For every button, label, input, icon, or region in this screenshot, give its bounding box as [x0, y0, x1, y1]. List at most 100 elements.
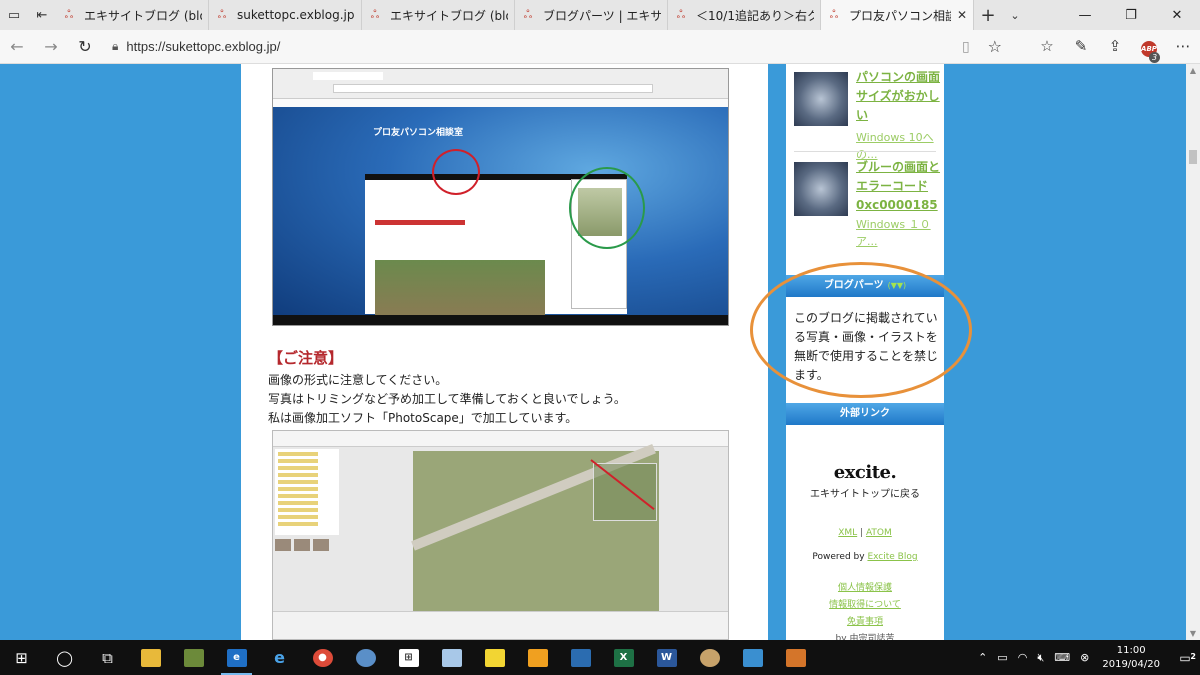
tab-bar: ▭ ⇤ ஃ エキサイトブログ (blog)|新 ஃ sukettopc.exblog…: [0, 0, 1200, 30]
screenshot-blog-title: プロ友パソコン相談室: [373, 128, 464, 138]
clock[interactable]: 11:00 2019/04/20: [1102, 644, 1160, 672]
tab-title: プロ友パソコン相談室: [849, 8, 951, 23]
tab-4[interactable]: ஃ ＜10/1追記あり＞右クリ: [668, 0, 821, 30]
scrollbar-thumb[interactable]: [1189, 150, 1197, 164]
excite-favicon-icon: ஃ: [64, 7, 74, 21]
restore-icon[interactable]: ❐: [1108, 0, 1154, 30]
new-tab-icon[interactable]: +: [974, 0, 1002, 30]
wifi-icon[interactable]: ◠: [1018, 651, 1028, 664]
data-collection-link[interactable]: 情報取得について: [829, 600, 901, 610]
back-icon[interactable]: ←: [0, 37, 34, 56]
post-thumbnail[interactable]: [794, 162, 848, 216]
address-bar: ← → ↻ 🔒︎ https://sukettopc.exblog.jp/ ▯ …: [0, 30, 1200, 64]
photo-app-icon[interactable]: [559, 640, 602, 675]
edge-browser-icon[interactable]: e: [215, 640, 258, 675]
post-thumbnail[interactable]: [794, 72, 848, 126]
search-circle-icon[interactable]: ◯: [43, 640, 86, 675]
powered-by: Powered by Excite Blog: [812, 552, 918, 562]
close-tab-icon[interactable]: ✕: [957, 8, 967, 22]
post-title-link[interactable]: ブルーの画面とエラーコード0xc0000185: [856, 158, 946, 215]
footer-links: 個人情報保護 情報取得について 免責事項 by 由宗司誌苦: [786, 580, 944, 640]
excite-favicon-icon: ஃ: [676, 7, 686, 21]
file-explorer-icon[interactable]: [129, 640, 172, 675]
more-icon[interactable]: ⋯: [1166, 37, 1200, 57]
tab-title: sukettopc.exblog.jp: [237, 8, 355, 22]
vertical-scrollbar[interactable]: ▲ ▼: [1186, 64, 1200, 640]
green-highlight-circle: [569, 167, 645, 249]
chevron-down-icon[interactable]: ⌄: [1002, 0, 1028, 30]
pen-icon[interactable]: ✎: [1064, 37, 1098, 57]
privacy-link[interactable]: 個人情報保護: [838, 583, 892, 593]
url-text[interactable]: https://sukettopc.exblog.jp/: [126, 39, 962, 54]
network-app-icon[interactable]: [731, 640, 774, 675]
photos-icon[interactable]: [172, 640, 215, 675]
set-aside-tabs-icon[interactable]: ⇤: [28, 0, 56, 30]
share-icon[interactable]: ⇪: [1098, 37, 1132, 57]
show-hidden-icons-icon[interactable]: ⌃: [978, 651, 987, 664]
favorite-star-icon[interactable]: ☆: [988, 37, 1002, 56]
system-tray: ⌃ ▭ ◠ 🔇︎ ⌨ ⊗ 11:00 2019/04/20 ▭ 2: [973, 644, 1200, 672]
orange-highlight-circle: [750, 262, 972, 398]
tab-title: ブログパーツ | エキサイトブロ: [543, 8, 661, 23]
tab-title: エキサイトブログ (blog)|新: [84, 8, 202, 23]
lock-icon: 🔒︎: [112, 39, 119, 53]
feed-links: XML | ATOM: [838, 528, 892, 538]
word-icon[interactable]: W: [645, 640, 688, 675]
toolbox-icon[interactable]: [774, 640, 817, 675]
tab-3[interactable]: ஃ ブログパーツ | エキサイトブロ: [515, 0, 668, 30]
notice-line: 画像の形式に注意してください。: [268, 373, 448, 387]
scroll-up-icon[interactable]: ▲: [1186, 66, 1200, 75]
tab-1[interactable]: ஃ sukettopc.exblog.jp: [209, 0, 362, 30]
orange-app-icon[interactable]: [516, 640, 559, 675]
post-excerpt-link[interactable]: Windows １０ア...: [856, 216, 946, 250]
atom-link[interactable]: ATOM: [866, 528, 892, 538]
excite-logo-block[interactable]: excite. エキサイトトップに戻る: [786, 462, 944, 500]
partial-footer-text: by 由宗司誌苦: [835, 634, 895, 640]
excite-favicon-icon: ஃ: [217, 7, 227, 21]
close-circle-icon[interactable]: ⊗: [1080, 651, 1089, 664]
notice-line: 私は画像加工ソフト「PhotoScape」で加工しています。: [268, 411, 578, 425]
post-title-link[interactable]: パソコンの画面サイズがおかしい: [856, 68, 946, 125]
forward-icon[interactable]: →: [34, 37, 68, 56]
blog-screenshot-image: プロ友パソコン相談室: [272, 68, 729, 326]
keyboard-icon[interactable]: ⌨: [1054, 651, 1070, 664]
start-windows-icon[interactable]: ⊞: [0, 640, 43, 675]
internet-explorer-icon[interactable]: e: [258, 640, 301, 675]
battery-icon[interactable]: ▭: [997, 651, 1007, 664]
favorites-list-icon[interactable]: ☆: [1030, 37, 1064, 57]
main-column: プロ友パソコン相談室 【ご注意】 画像の形式に注意してください。 写真はトリミン…: [241, 64, 768, 640]
excite-logo[interactable]: excite.: [786, 462, 944, 483]
xml-link[interactable]: XML: [838, 528, 857, 538]
reading-view-icon[interactable]: ▯: [962, 39, 970, 55]
adblock-icon[interactable]: ABP 3: [1132, 37, 1166, 63]
close-window-icon[interactable]: ✕: [1154, 0, 1200, 30]
photoscape-screenshot-image: [272, 430, 729, 640]
volume-mute-icon[interactable]: 🔇︎: [1037, 651, 1044, 665]
chrome-icon[interactable]: ●: [301, 640, 344, 675]
url-field[interactable]: 🔒︎ https://sukettopc.exblog.jp/ ▯ ☆: [112, 34, 1002, 60]
tab-2[interactable]: ஃ エキサイトブログ (blog)|ゴ: [362, 0, 515, 30]
tab-5-active[interactable]: ஃ プロ友パソコン相談室 ✕: [821, 0, 974, 30]
clock-date: 2019/04/20: [1102, 658, 1160, 670]
sticky-notes-icon[interactable]: [473, 640, 516, 675]
globe-app-icon[interactable]: [344, 640, 387, 675]
notice-heading: 【ご注意】: [268, 349, 344, 367]
excite-blog-link[interactable]: Excite Blog: [867, 552, 917, 562]
scroll-down-icon[interactable]: ▼: [1186, 629, 1200, 638]
minimize-icon[interactable]: —: [1062, 0, 1108, 30]
excel-icon[interactable]: X: [602, 640, 645, 675]
disclaimer-link[interactable]: 免責事項: [847, 617, 883, 627]
paint-icon[interactable]: [430, 640, 473, 675]
excite-top-link[interactable]: エキサイトトップに戻る: [786, 485, 944, 500]
tab-0[interactable]: ஃ エキサイトブログ (blog)|新: [56, 0, 209, 30]
excite-favicon-icon: ஃ: [523, 7, 533, 21]
clock-time: 11:00: [1116, 644, 1146, 656]
tab-title: エキサイトブログ (blog)|ゴ: [390, 8, 508, 23]
action-center-icon[interactable]: ▭ 2: [1170, 651, 1200, 665]
store-icon[interactable]: ⊞: [387, 640, 430, 675]
palette-icon[interactable]: [688, 640, 731, 675]
refresh-icon[interactable]: ↻: [68, 37, 102, 56]
tab-list-icon[interactable]: ▭: [0, 0, 28, 30]
task-view-icon[interactable]: ⧉: [86, 640, 129, 675]
photo-canvas: [411, 443, 659, 613]
